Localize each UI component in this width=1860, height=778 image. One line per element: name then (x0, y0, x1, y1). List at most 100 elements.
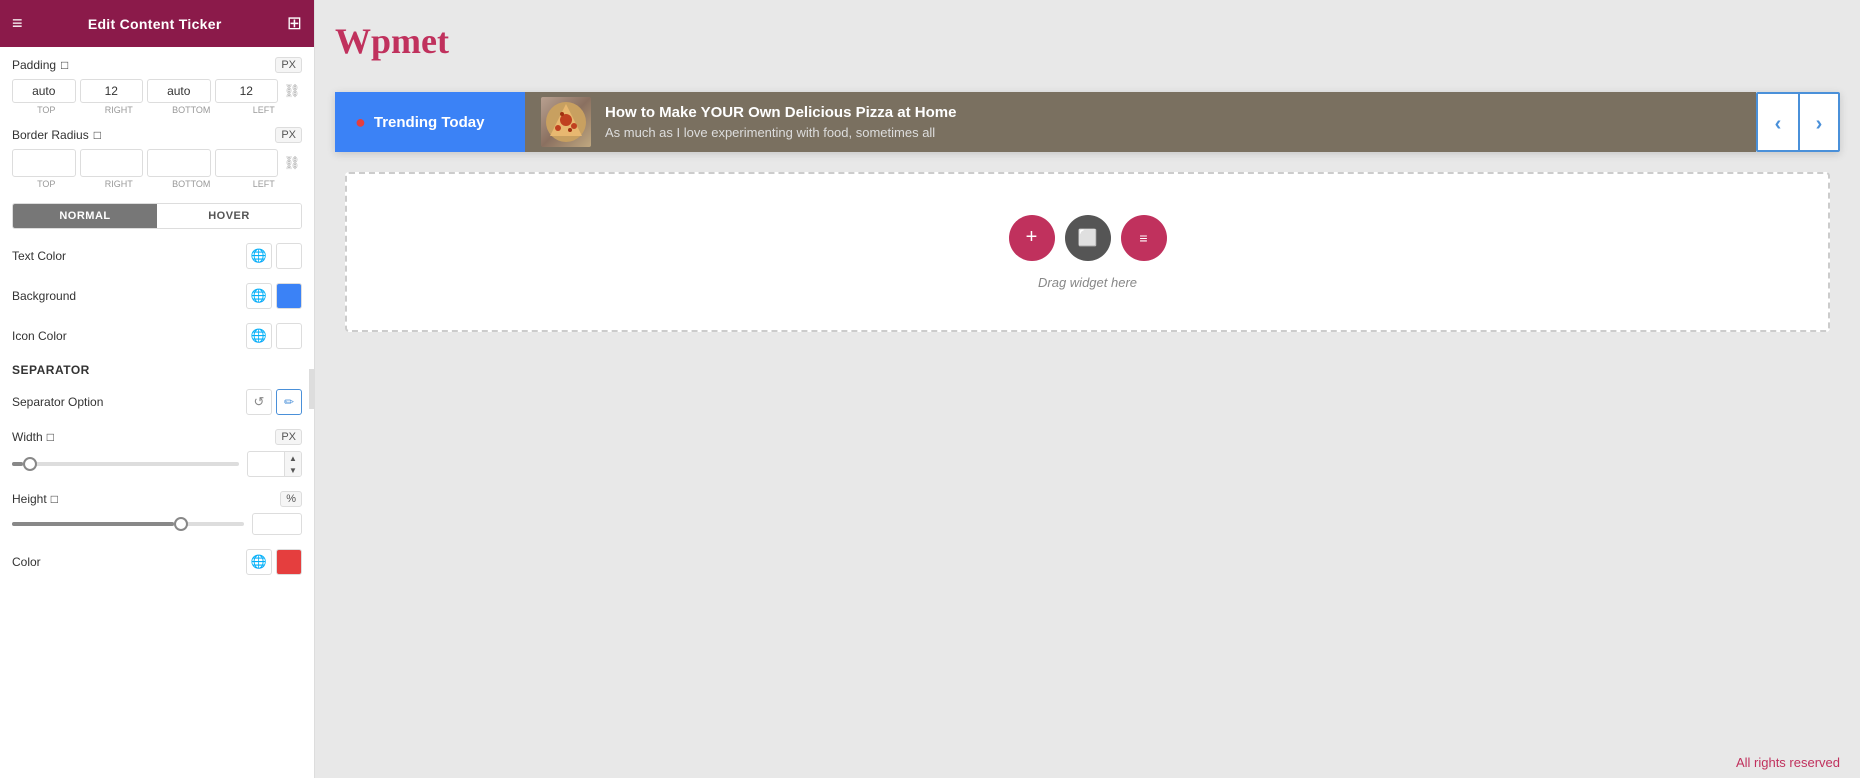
icon-color-label: Icon Color (12, 329, 67, 343)
br-bottom-left[interactable] (215, 149, 279, 177)
br-label-top: TOP (12, 179, 81, 189)
label-bottom: BOTTOM (157, 105, 226, 115)
padding-link-toggle[interactable]: ⛓ (282, 81, 302, 101)
right-canvas: Wpmet ● Trending Today (315, 0, 1860, 778)
ticker-image (541, 97, 591, 147)
icon-color-controls: 🌐 (246, 323, 302, 349)
label-right: RIGHT (85, 105, 154, 115)
br-link-toggle[interactable]: ⛓ (282, 153, 302, 173)
widget-folder-button[interactable]: ⬜ (1065, 215, 1111, 261)
left-panel: ≡ Edit Content Ticker ⊞ Padding □ PX (0, 0, 315, 778)
width-number[interactable]: 5 (248, 454, 284, 474)
drop-zone-buttons: + ⬜ ≡ (1009, 215, 1167, 261)
height-number[interactable]: 70 (252, 513, 302, 535)
height-link-icon: □ (51, 492, 58, 506)
width-spinners: ▲ ▼ (284, 452, 301, 476)
separator-color-row: Color 🌐 (12, 549, 302, 575)
padding-unit[interactable]: PX (275, 57, 302, 73)
ticker-text: How to Make YOUR Own Delicious Pizza at … (605, 104, 956, 140)
width-value-input: 5 ▲ ▼ (247, 451, 302, 477)
br-top-left[interactable] (12, 149, 76, 177)
width-link-icon: □ (47, 430, 54, 444)
text-color-swatch[interactable] (276, 243, 302, 269)
padding-sublabels: TOP RIGHT BOTTOM LEFT (12, 105, 302, 115)
ticker-bar: ● Trending Today (335, 92, 1840, 152)
border-radius-label-row: Border Radius □ PX (12, 127, 302, 143)
ticker-image-inner (541, 97, 591, 147)
separator-edit-btn[interactable]: ✏ (276, 389, 302, 415)
panel-header: ≡ Edit Content Ticker ⊞ (0, 0, 314, 47)
height-slider-row: 70 (12, 513, 302, 535)
canvas-footer: All rights reserved (315, 747, 1860, 778)
ticker-prev-button[interactable]: ‹ (1758, 94, 1798, 152)
height-label-row: Height □ % (12, 491, 302, 507)
width-slider-track[interactable] (12, 462, 239, 466)
text-color-global-btn[interactable]: 🌐 (246, 243, 272, 269)
br-label-right: RIGHT (85, 179, 154, 189)
tab-hover[interactable]: HOVER (157, 204, 301, 228)
separator-option-label: Separator Option (12, 395, 103, 409)
padding-link-icon[interactable]: □ (61, 58, 68, 72)
text-color-row: Text Color 🌐 (12, 243, 302, 269)
background-swatch[interactable] (276, 283, 302, 309)
height-slider-track[interactable] (12, 522, 244, 526)
border-radius-link-icon[interactable]: □ (94, 128, 101, 142)
hamburger-icon[interactable]: ≡ (12, 13, 23, 34)
ticker-title: How to Make YOUR Own Delicious Pizza at … (605, 104, 956, 121)
border-radius-section: Border Radius □ PX ⛓ TOP RIGHT BOTTOM (12, 127, 302, 189)
panel-header-title: Edit Content Ticker (88, 16, 222, 32)
br-top-right[interactable] (80, 149, 144, 177)
icon-color-swatch[interactable] (276, 323, 302, 349)
background-global-btn[interactable]: 🌐 (246, 283, 272, 309)
border-radius-inputs: ⛓ (12, 149, 302, 177)
separator-option-controls: ↺ ✏ (246, 389, 302, 415)
height-section: Height □ % 70 (12, 491, 302, 535)
state-tabs: NORMAL HOVER (12, 203, 302, 229)
ticker-next-button[interactable]: › (1798, 94, 1838, 152)
grid-icon[interactable]: ⊞ (287, 13, 302, 34)
width-spin-down[interactable]: ▼ (285, 464, 301, 476)
text-color-label: Text Color (12, 249, 66, 263)
background-row: Background 🌐 (12, 283, 302, 309)
width-slider-row: 5 ▲ ▼ (12, 451, 302, 477)
padding-right[interactable] (80, 79, 144, 103)
width-unit[interactable]: PX (275, 429, 302, 445)
sep-color-global-btn[interactable]: 🌐 (246, 549, 272, 575)
widget-template-button[interactable]: ≡ (1121, 215, 1167, 261)
padding-left[interactable] (215, 79, 279, 103)
br-bottom-right[interactable] (147, 149, 211, 177)
separator-option-row: Separator Option ↺ ✏ (12, 389, 302, 415)
separator-refresh-btn[interactable]: ↺ (246, 389, 272, 415)
ticker-label-text: Trending Today (374, 114, 485, 131)
border-radius-label: Border Radius □ (12, 128, 101, 142)
padding-top[interactable] (12, 79, 76, 103)
label-top: TOP (12, 105, 81, 115)
canvas-content: Wpmet ● Trending Today (315, 0, 1860, 747)
tab-normal[interactable]: NORMAL (13, 204, 157, 228)
br-sublabels: TOP RIGHT BOTTOM LEFT (12, 179, 302, 189)
ticker-label: ● Trending Today (335, 92, 525, 152)
ticker-dot: ● (355, 112, 366, 133)
separator-color-swatch[interactable] (276, 549, 302, 575)
separator-color-label: Color (12, 555, 41, 569)
text-color-controls: 🌐 (246, 243, 302, 269)
padding-label: Padding □ (12, 58, 68, 72)
pizza-icon (544, 100, 588, 144)
height-label: Height □ (12, 492, 58, 506)
icon-color-global-btn[interactable]: 🌐 (246, 323, 272, 349)
width-section: Width □ PX 5 ▲ ▼ (12, 429, 302, 477)
background-controls: 🌐 (246, 283, 302, 309)
width-label: Width □ (12, 430, 54, 444)
wpmet-logo: Wpmet (335, 20, 1840, 62)
icon-color-row: Icon Color 🌐 (12, 323, 302, 349)
height-unit[interactable]: % (280, 491, 302, 507)
footer-text: All rights reserved (1736, 755, 1840, 770)
separator-section-title: Separator (12, 363, 302, 377)
add-widget-button[interactable]: + (1009, 215, 1055, 261)
width-spin-up[interactable]: ▲ (285, 452, 301, 464)
drop-text: Drag widget here (1038, 275, 1137, 290)
br-label-bottom: BOTTOM (157, 179, 226, 189)
background-label: Background (12, 289, 76, 303)
border-radius-unit[interactable]: PX (275, 127, 302, 143)
padding-bottom[interactable] (147, 79, 211, 103)
